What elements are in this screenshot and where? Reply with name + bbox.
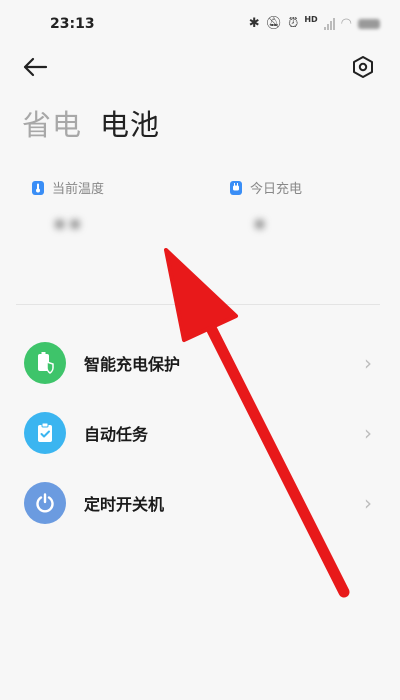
list-item-label: 自动任务 (84, 425, 149, 444)
stat-value: • (252, 211, 268, 241)
stat-label: 今日充电 (250, 182, 303, 197)
status-time: 23:13 (50, 16, 95, 32)
list-item-scheduled-power[interactable]: 定时开关机 › (0, 468, 400, 538)
list-item-label: 智能充电保护 (84, 355, 181, 374)
arrow-left-icon (23, 57, 48, 77)
clipboard-check-icon (24, 412, 66, 454)
chevron-right-icon: › (364, 351, 372, 375)
stat-value: •• (52, 211, 83, 241)
signal-icon (323, 18, 335, 30)
plug-icon (230, 180, 242, 195)
status-icons: ✱ 🔕︎ ⏰︎ HD ◠ (249, 14, 380, 34)
mute-icon: 🔕︎ (265, 16, 283, 31)
status-bar: 23:13 ✱ 🔕︎ ⏰︎ HD ◠ (0, 0, 400, 48)
bluetooth-icon: ✱ (248, 16, 260, 31)
top-bar (0, 48, 400, 88)
tab-power-saving[interactable]: 省电 (22, 102, 82, 144)
back-button[interactable] (18, 50, 52, 84)
battery-shield-icon (24, 342, 66, 384)
thermometer-icon (32, 180, 44, 195)
chevron-right-icon: › (364, 421, 372, 445)
stat-today-charge: 今日充电 • (230, 178, 302, 245)
stat-current-temperature: 当前温度 •• (32, 178, 104, 245)
list-item-smart-charge-protection[interactable]: 智能充电保护 › (0, 328, 400, 398)
list-item-label: 定时开关机 (84, 495, 165, 514)
settings-button[interactable] (346, 50, 380, 84)
hex-gear-icon (353, 56, 373, 78)
chevron-right-icon: › (364, 491, 372, 515)
battery-icon (358, 19, 380, 29)
tab-battery[interactable]: 电池 (100, 102, 160, 144)
hd-label: HD (304, 15, 318, 24)
alarm-icon: ⏰︎ (288, 16, 299, 31)
list-item-auto-tasks[interactable]: 自动任务 › (0, 398, 400, 468)
feature-list: 智能充电保护 › 自动任务 › 定时开关机 › (0, 328, 400, 538)
wifi-icon: ◠ (340, 16, 352, 31)
stat-label: 当前温度 (52, 182, 105, 197)
power-icon (24, 482, 66, 524)
mode-tabs: 省电 电池 (22, 102, 160, 144)
divider (16, 304, 380, 305)
